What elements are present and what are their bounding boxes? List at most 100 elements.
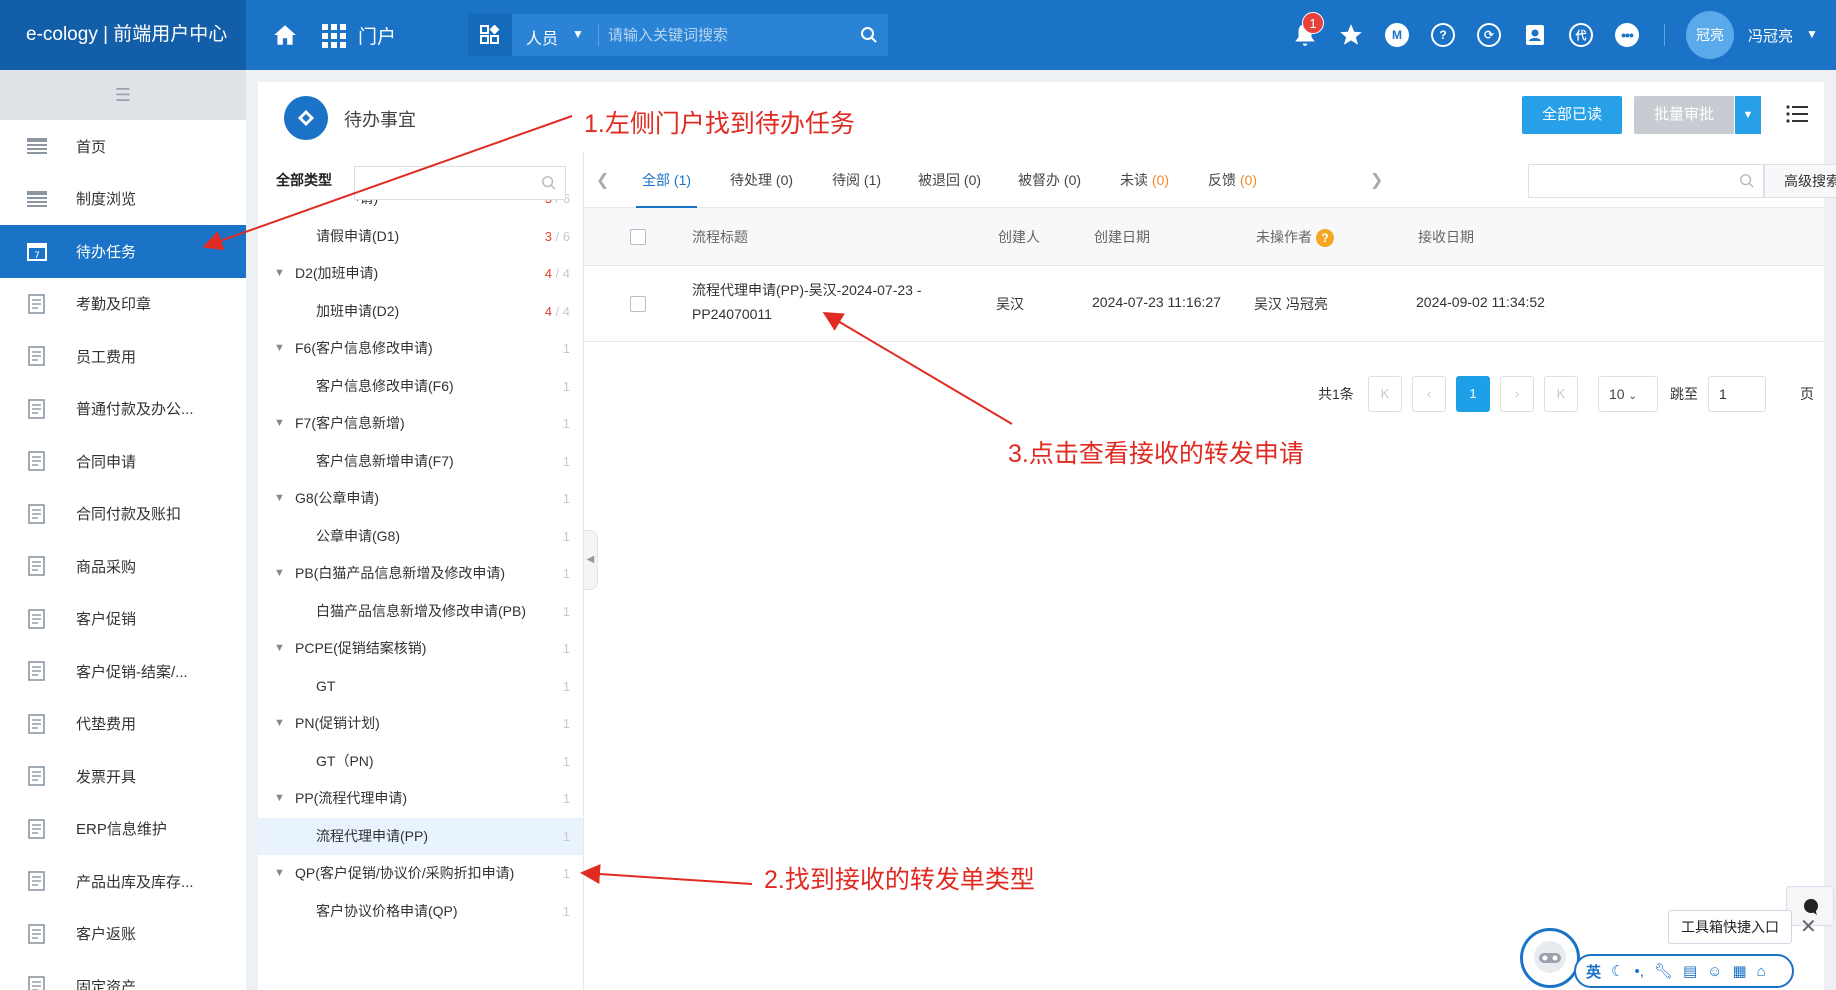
row-checkbox[interactable] bbox=[630, 296, 646, 312]
chevron-left-icon[interactable]: ❮ bbox=[596, 170, 609, 190]
list-menu-icon[interactable] bbox=[1786, 104, 1808, 124]
chevron-down-icon[interactable]: ▼ bbox=[1735, 96, 1761, 134]
more-icon[interactable]: ••• bbox=[1612, 20, 1642, 50]
m-icon[interactable]: M bbox=[1382, 20, 1412, 50]
first-page-icon[interactable]: K bbox=[1368, 376, 1402, 412]
caret-down-icon[interactable]: ▼ bbox=[274, 330, 285, 368]
sidebar-item[interactable]: 固定资产 bbox=[0, 960, 246, 990]
search-icon[interactable] bbox=[541, 175, 557, 191]
portal-menu[interactable]: 门户 bbox=[358, 22, 396, 49]
search-type-select[interactable]: 人员 bbox=[526, 25, 558, 49]
tree-group[interactable]: ▼ PN(促销计划) 1 bbox=[258, 705, 583, 743]
jump-page-input[interactable]: 1 bbox=[1708, 376, 1766, 412]
emoji-icon[interactable]: ☺ bbox=[1707, 963, 1722, 980]
caret-down-icon[interactable]: ▼ bbox=[274, 555, 285, 593]
help-icon[interactable]: ? bbox=[1316, 229, 1334, 248]
sidebar-item[interactable]: 商品采购 bbox=[0, 540, 246, 593]
clipboard-icon[interactable]: ▤ bbox=[1683, 962, 1697, 980]
tree-item[interactable]: 请假申请(D1) 3 / 6 bbox=[258, 218, 583, 256]
collapse-tree-handle[interactable]: ◀ bbox=[584, 530, 598, 590]
sync-icon[interactable]: ⟳ bbox=[1474, 20, 1504, 50]
search-scope-icon[interactable] bbox=[468, 14, 512, 56]
col-creator[interactable]: 创建人 bbox=[998, 208, 1040, 266]
punctuation-icon[interactable]: •, bbox=[1634, 963, 1643, 980]
caret-down-icon[interactable]: ▼ bbox=[274, 630, 285, 668]
tree-search-input[interactable] bbox=[354, 166, 566, 200]
chevron-down-icon[interactable]: ▼ bbox=[1806, 27, 1818, 41]
col-created-date[interactable]: 创建日期 bbox=[1094, 208, 1150, 266]
select-all-checkbox[interactable] bbox=[630, 229, 646, 245]
search-icon[interactable] bbox=[860, 26, 878, 44]
caret-down-icon[interactable]: ▼ bbox=[274, 780, 285, 818]
home-icon[interactable] bbox=[272, 22, 298, 48]
tab[interactable]: 待阅 (1) bbox=[832, 152, 881, 208]
moon-icon[interactable]: ☾ bbox=[1611, 962, 1624, 980]
toolbox-tooltip[interactable]: 工具箱快捷入口 bbox=[1668, 910, 1792, 944]
tree-group[interactable]: ▼ F7(客户信息新增) 1 bbox=[258, 405, 583, 443]
sidebar-item[interactable]: 制度浏览 bbox=[0, 173, 246, 226]
tree-item[interactable]: 客户信息新增申请(F7) 1 bbox=[258, 443, 583, 481]
tree-item[interactable]: GT 1 bbox=[258, 668, 583, 706]
tree-group[interactable]: ▼ G8(公章申请) 1 bbox=[258, 480, 583, 518]
sidebar-item[interactable]: 客户促销-结案/... bbox=[0, 645, 246, 698]
caret-down-icon[interactable]: ▼ bbox=[274, 855, 285, 893]
tab[interactable]: 被退回 (0) bbox=[918, 152, 981, 208]
tree-group[interactable]: ▼ PP(流程代理申请) 1 bbox=[258, 780, 583, 818]
page-size-select[interactable]: 10 ⌄ bbox=[1598, 376, 1658, 412]
contacts-icon[interactable] bbox=[1520, 20, 1550, 50]
tree-group[interactable]: ▼ F6(客户信息修改申请) 1 bbox=[258, 330, 583, 368]
assistant-robot-icon[interactable] bbox=[1520, 928, 1580, 988]
tree-item[interactable]: 流程代理申请(PP) 1 bbox=[258, 817, 583, 855]
tree-item[interactable]: 客户协议价格申请(QP) 1 bbox=[258, 893, 583, 931]
star-icon[interactable] bbox=[1336, 20, 1366, 50]
delegate-icon[interactable]: 代 bbox=[1566, 20, 1596, 50]
caret-down-icon[interactable]: ▼ bbox=[274, 255, 285, 293]
chevron-right-icon[interactable]: ❯ bbox=[1370, 170, 1383, 190]
wrench-icon[interactable]: 🔧︎ bbox=[1654, 962, 1673, 980]
search-input[interactable] bbox=[608, 20, 828, 50]
prev-page-icon[interactable]: ‹ bbox=[1412, 376, 1446, 412]
tree-group[interactable]: ▼ PB(白猫产品信息新增及修改申请) 1 bbox=[258, 555, 583, 593]
apps-grid-icon[interactable] bbox=[322, 24, 346, 48]
sidebar-item[interactable]: 产品出库及库存... bbox=[0, 855, 246, 908]
tab[interactable]: 反馈 (0) bbox=[1208, 152, 1257, 208]
col-title[interactable]: 流程标题 bbox=[692, 208, 748, 266]
sidebar-item[interactable]: 首页 bbox=[0, 120, 246, 173]
page-button-current[interactable]: 1 bbox=[1456, 376, 1490, 412]
workflow-title-link[interactable]: 流程代理申请(PP)-吴汉-2024-07-23 - PP24070011 bbox=[692, 278, 952, 326]
sidebar-item[interactable]: 员工费用 bbox=[0, 330, 246, 383]
list-search-input[interactable] bbox=[1528, 164, 1764, 198]
sidebar-item[interactable]: 合同申请 bbox=[0, 435, 246, 488]
last-page-icon[interactable]: K bbox=[1544, 376, 1578, 412]
tab[interactable]: 未读 (0) bbox=[1120, 152, 1169, 208]
sidebar-item[interactable]: 7 待办任务 bbox=[0, 225, 246, 278]
sidebar-item[interactable]: 客户促销 bbox=[0, 593, 246, 646]
tab[interactable]: 被督办 (0) bbox=[1018, 152, 1081, 208]
tree-item[interactable]: 加班申请(D2) 4 / 4 bbox=[258, 293, 583, 331]
avatar[interactable]: 冠亮 bbox=[1686, 11, 1734, 59]
sidebar-item[interactable]: 考勤及印章 bbox=[0, 278, 246, 331]
tab[interactable]: 待处理 (0) bbox=[730, 152, 793, 208]
close-icon[interactable]: ✕ bbox=[1800, 914, 1817, 939]
caret-down-icon[interactable]: ▼ bbox=[274, 705, 285, 743]
chevron-down-icon[interactable]: ▼ bbox=[572, 27, 584, 41]
next-page-icon[interactable]: › bbox=[1500, 376, 1534, 412]
help-icon[interactable]: ? bbox=[1428, 20, 1458, 50]
advanced-search-button[interactable]: 高级搜索 bbox=[1764, 164, 1836, 198]
search-icon[interactable] bbox=[1739, 173, 1755, 189]
sidebar-item[interactable]: 客户返账 bbox=[0, 908, 246, 961]
tree-item[interactable]: 客户信息修改申请(F6) 1 bbox=[258, 368, 583, 406]
collapse-menu-icon[interactable]: ☰ bbox=[0, 70, 246, 120]
read-all-button[interactable]: 全部已读 bbox=[1522, 96, 1622, 134]
brand-title[interactable]: e-cology | 前端用户中心 bbox=[0, 0, 246, 70]
sidebar-item[interactable]: 普通付款及办公... bbox=[0, 383, 246, 436]
sidebar-item[interactable]: 合同付款及账扣 bbox=[0, 488, 246, 541]
tree-group[interactable]: ▼ D2(加班申请) 4 / 4 bbox=[258, 255, 583, 293]
tree-item[interactable]: 公章申请(G8) 1 bbox=[258, 518, 583, 556]
sidebar-item[interactable]: ERP信息维护 bbox=[0, 803, 246, 856]
sidebar-item[interactable]: 发票开具 bbox=[0, 750, 246, 803]
col-received-date[interactable]: 接收日期 bbox=[1418, 208, 1474, 266]
language-toggle[interactable]: 英 bbox=[1586, 961, 1601, 982]
tree-item[interactable]: GT（PN) 1 bbox=[258, 743, 583, 781]
tree-group[interactable]: ▼ QP(客户促销/协议价/采购折扣申请) 1 bbox=[258, 855, 583, 893]
